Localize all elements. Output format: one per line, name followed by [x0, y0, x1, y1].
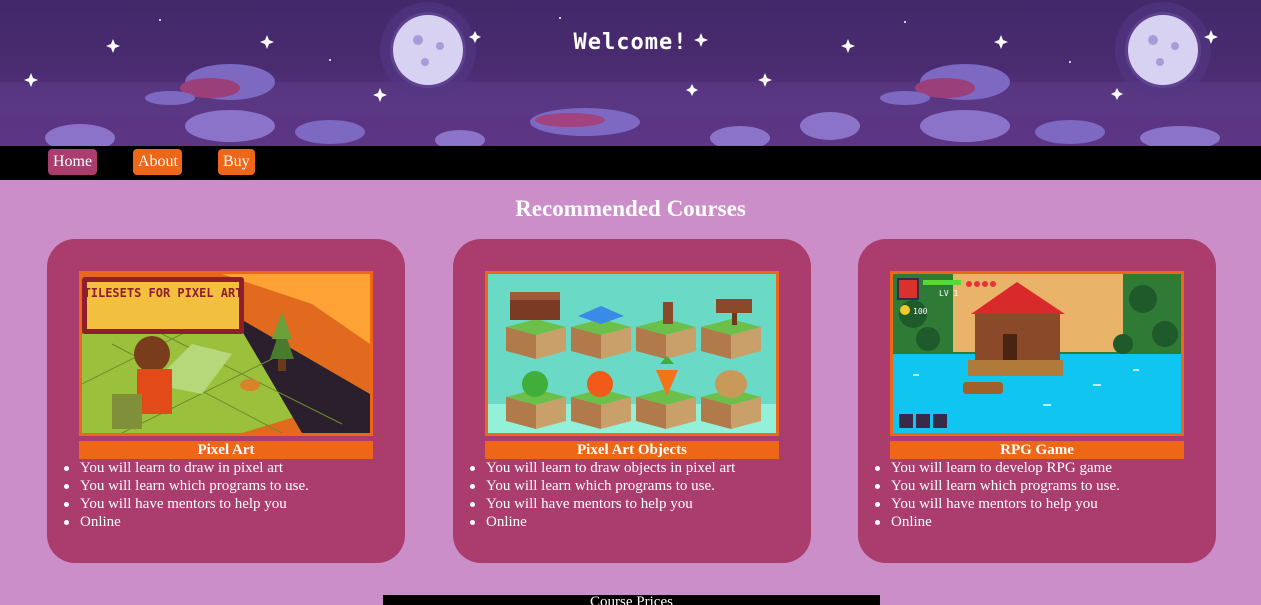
list-item: You will learn which programs to use.	[64, 478, 309, 494]
list-item: Online	[875, 513, 1120, 531]
pixel-objects-illustration	[488, 274, 776, 433]
course-image-pixel-art[interactable]: TILESETS FOR PIXEL ART	[79, 271, 373, 436]
nav-home-button[interactable]: Home	[48, 149, 97, 175]
hud-level-label: LV 1	[939, 289, 958, 298]
header-banner: Welcome!	[0, 0, 1261, 146]
night-sky-illustration	[0, 2, 1261, 146]
page-title: Welcome!	[573, 30, 688, 55]
course-feature-list: You will learn to develop RPG game You w…	[875, 459, 1120, 531]
tileset-caption-top: TILESETS FOR PIXEL ART	[84, 286, 243, 300]
hud-coin-count: 100	[913, 307, 928, 316]
list-item: You will have mentors to help you	[469, 495, 735, 513]
course-card-pixel-art-objects: Pixel Art Objects You will learn to draw…	[453, 239, 811, 563]
list-item: You will learn to draw in pixel art	[64, 459, 309, 477]
list-item: You will learn which programs to use.	[469, 477, 735, 495]
section-title: Recommended Courses	[515, 196, 746, 221]
list-item: Online	[64, 513, 309, 531]
course-image-rpg-game[interactable]: LV 1 100	[890, 271, 1184, 436]
list-item: Online	[469, 513, 735, 531]
course-title: RPG Game	[890, 441, 1184, 459]
list-item: You will have mentors to help you	[875, 495, 1120, 513]
course-card-pixel-art: TILESETS FOR PIXEL ART Pixel Art You wil…	[47, 239, 405, 563]
pixel-art-tileset-illustration: TILESETS FOR PIXEL ART	[82, 274, 370, 433]
top-nav: Home About Buy	[0, 146, 1261, 180]
rpg-game-illustration: LV 1 100	[893, 274, 1181, 433]
course-card-rpg-game: LV 1 100 RPG Game You will learn to deve…	[858, 239, 1216, 563]
course-image-pixel-art-objects[interactable]	[485, 271, 779, 436]
course-title: Pixel Art	[79, 441, 373, 459]
list-item: You will learn to develop RPG game	[875, 459, 1120, 477]
course-feature-list: You will learn to draw in pixel art You …	[64, 459, 309, 531]
nav-buy-button[interactable]: Buy	[218, 149, 255, 175]
list-item: You will have mentors to help you	[64, 495, 309, 513]
course-feature-list: You will learn to draw objects in pixel …	[469, 459, 736, 531]
nav-about-button[interactable]: About	[133, 149, 182, 175]
course-prices-header: Course Prices	[383, 595, 880, 605]
list-item: You will learn which programs to use.	[875, 478, 1120, 494]
list-item: You will learn to draw objects in pixel …	[469, 460, 736, 476]
course-title: Pixel Art Objects	[485, 441, 779, 459]
